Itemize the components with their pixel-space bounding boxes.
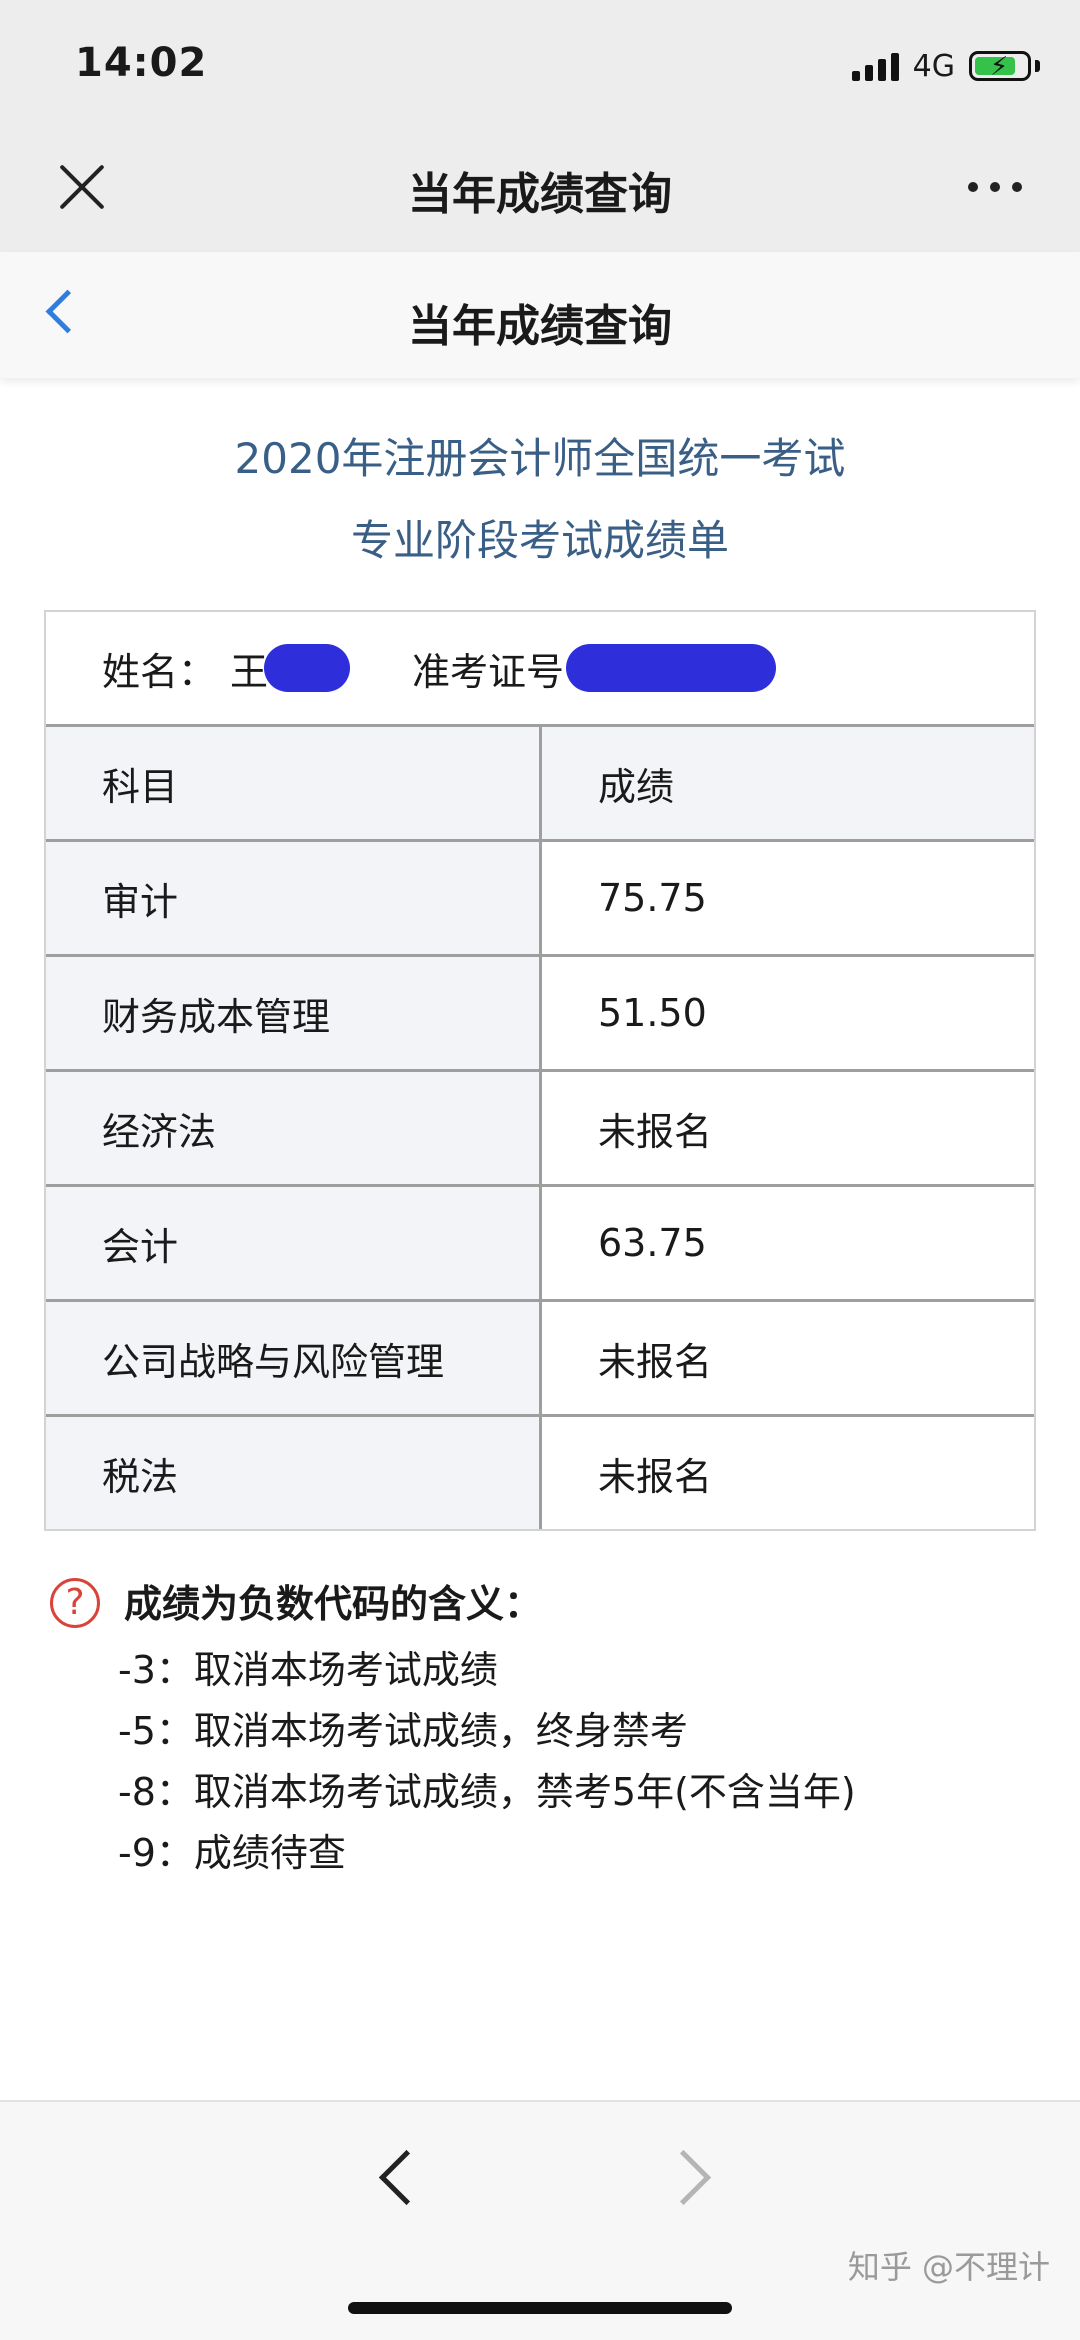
subject-cell: 经济法: [46, 1072, 542, 1184]
score-cell: 75.75: [542, 842, 1034, 954]
score-cell: 未报名: [542, 1302, 1034, 1414]
exam-id-redaction: [566, 644, 777, 692]
status-icons: 4G ⚡: [851, 46, 1040, 86]
more-options-icon[interactable]: [968, 182, 1022, 192]
candidate-info-row: 姓名： 王 准考证号: [46, 612, 1034, 727]
status-time: 14:02: [75, 40, 208, 86]
home-indicator[interactable]: [348, 2302, 732, 2314]
battery-cap: [1035, 60, 1040, 72]
page-title: 当年成绩查询: [408, 301, 672, 352]
report-title-line2: 专业阶段考试成绩单: [350, 516, 729, 565]
header-score: 成绩: [542, 727, 1034, 839]
window-title: 当年成绩查询: [408, 169, 672, 220]
chevron-left-icon[interactable]: [378, 2149, 435, 2206]
table-row: 会计 63.75: [46, 1187, 1034, 1302]
subject-cell: 会计: [46, 1187, 542, 1299]
name-value: 王: [230, 649, 269, 694]
notes-list: -3：取消本场考试成绩 -5：取消本场考试成绩，终身禁考 -8：取消本场考试成绩…: [118, 1640, 856, 1884]
network-type: 4G: [912, 48, 955, 84]
notes-title: 成绩为负数代码的含义：: [124, 1582, 543, 1626]
watermark: 知乎 @不理计: [847, 2248, 1050, 2286]
list-item: -8：取消本场考试成绩，禁考5年(不含当年): [118, 1770, 856, 1814]
score-cell: 51.50: [542, 957, 1034, 1069]
list-item: -5：取消本场考试成绩，终身禁考: [118, 1709, 688, 1753]
page-header: 当年成绩查询: [0, 252, 1080, 378]
score-cell: 63.75: [542, 1187, 1034, 1299]
signal-icon: [851, 51, 899, 81]
list-item: -9：成绩待查: [118, 1831, 346, 1875]
table-row: 税法 未报名: [46, 1417, 1034, 1529]
score-cell: 未报名: [542, 1072, 1034, 1184]
exam-id-label: 准考证号: [412, 649, 565, 694]
table-row: 审计 75.75: [46, 842, 1034, 957]
table-header-row: 科目 成绩: [46, 727, 1034, 842]
subject-cell: 公司战略与风险管理: [46, 1302, 542, 1414]
help-circle-icon: ?: [50, 1578, 100, 1628]
subject-cell: 财务成本管理: [46, 957, 542, 1069]
table-row: 财务成本管理 51.50: [46, 957, 1034, 1072]
report-title: 2020年注册会计师全国统一考试 专业阶段考试成绩单: [0, 418, 1080, 582]
chevron-right-icon[interactable]: [655, 2149, 712, 2206]
table-row: 公司战略与风险管理 未报名: [46, 1302, 1034, 1417]
name-redaction: [264, 644, 351, 692]
bottom-nav-bar: 知乎 @不理计: [0, 2100, 1080, 2340]
score-cell: 未报名: [542, 1417, 1034, 1529]
list-item: -3：取消本场考试成绩: [118, 1648, 498, 1692]
report-title-line1: 2020年注册会计师全国统一考试: [234, 434, 846, 483]
score-table: 姓名： 王 准考证号 科目 成绩 审计 75.75 财务成本管理 51.50 经…: [44, 610, 1036, 1531]
battery-charging-icon: ⚡: [969, 51, 1031, 82]
table-row: 经济法 未报名: [46, 1072, 1034, 1187]
top-bar: 14:02 4G ⚡ 当年成绩查询: [0, 0, 1080, 252]
header-subject: 科目: [46, 727, 542, 839]
subject-cell: 审计: [46, 842, 542, 954]
subject-cell: 税法: [46, 1417, 542, 1529]
name-label: 姓名：: [102, 649, 217, 694]
